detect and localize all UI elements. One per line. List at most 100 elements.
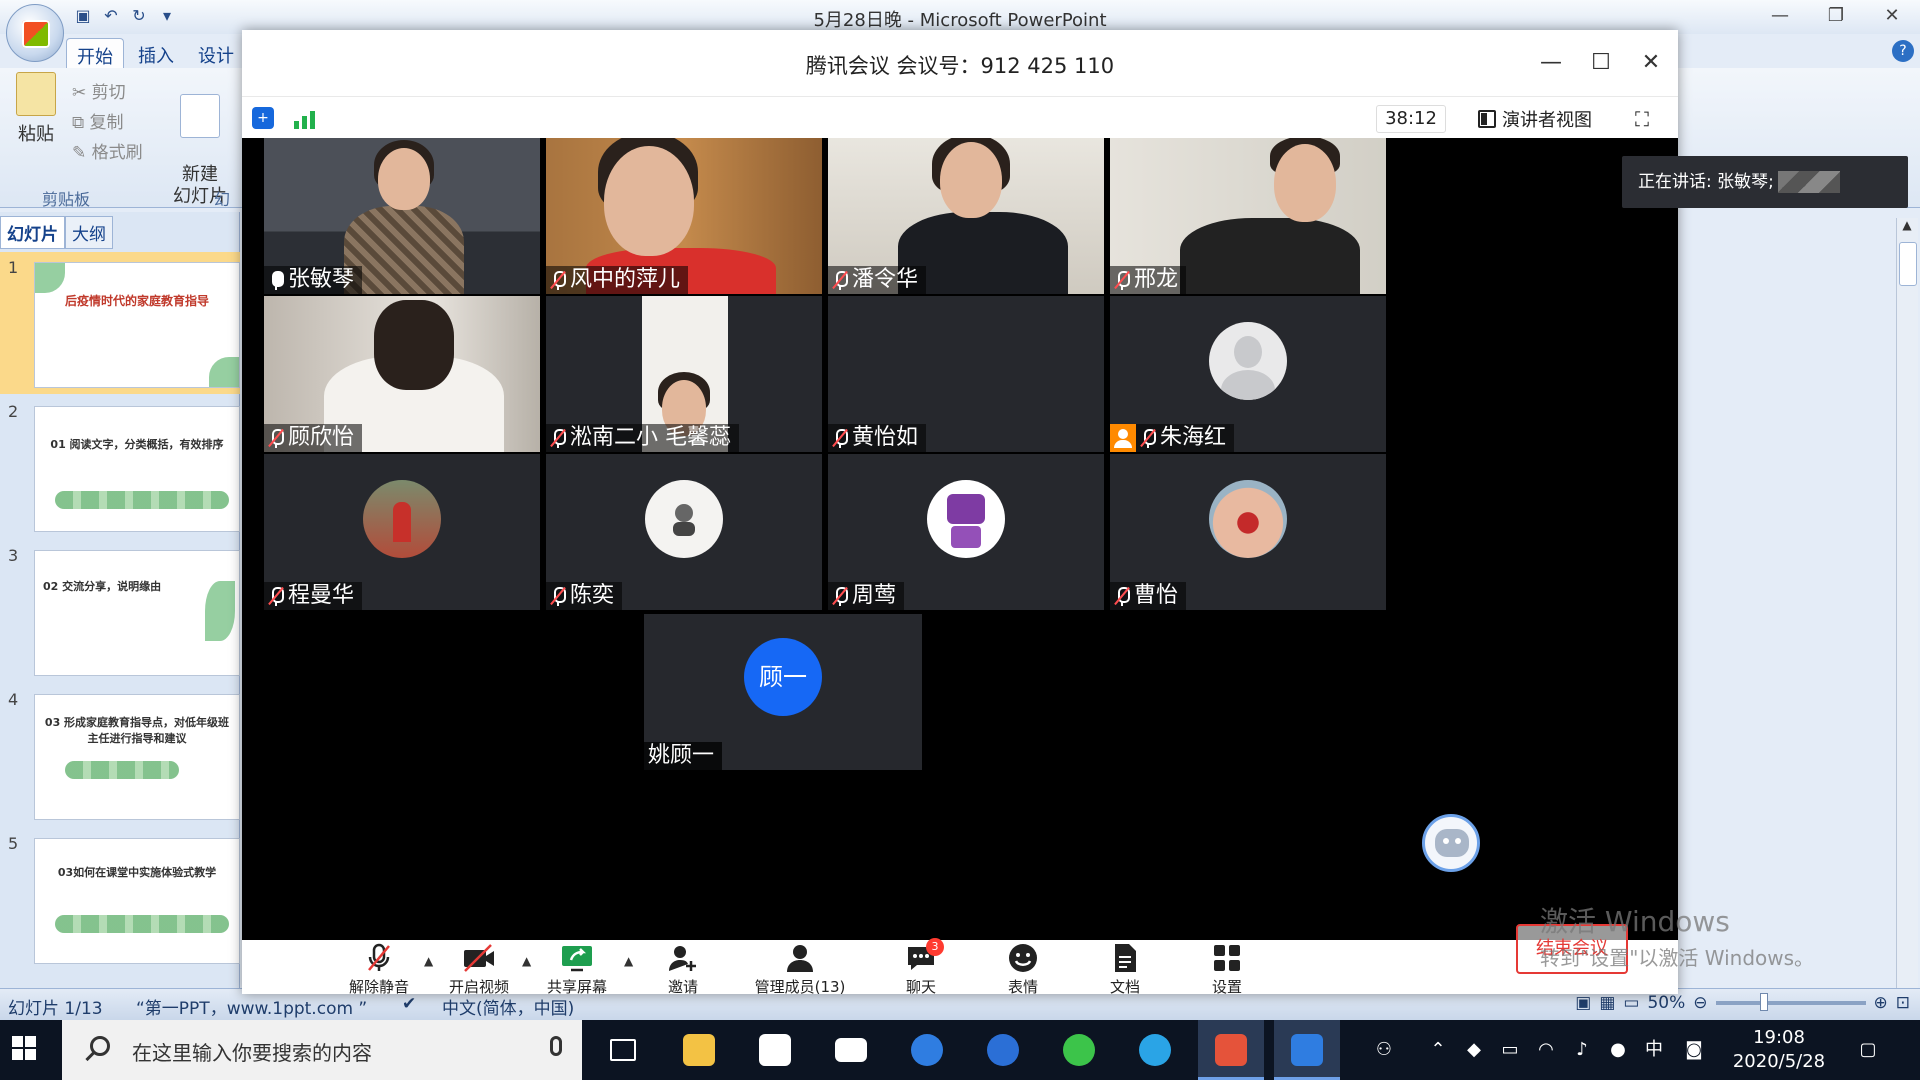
speaking-indicator-tooltip: 正在讲话: 张敏琴; (1622, 156, 1908, 208)
members-icon (730, 942, 870, 974)
participant-avatar (927, 480, 1005, 558)
participant-tile[interactable]: 邢龙 (1110, 138, 1386, 294)
participant-name: 邢龙 (1134, 267, 1179, 292)
kuwo-app-icon[interactable] (894, 1020, 960, 1080)
settings-button[interactable]: 设置 (1172, 942, 1282, 997)
scroll-up-icon[interactable]: ▲ (1897, 218, 1917, 238)
ime-mode-icon[interactable]: ◙ (1682, 1038, 1706, 1062)
fit-window-icon[interactable]: ⊡ (1896, 993, 1910, 1013)
copy-button[interactable]: ⧉ 复制 (72, 108, 124, 133)
tray-overflow-icon[interactable]: ⌃ (1426, 1038, 1450, 1062)
microphone-icon[interactable] (550, 1036, 562, 1056)
minimize-icon[interactable]: — (1752, 0, 1808, 34)
participant-tile[interactable]: 朱海红 (1110, 296, 1386, 452)
paste-button[interactable]: 粘贴 (12, 72, 60, 146)
notifications-icon[interactable]: ▢ (1856, 1038, 1880, 1062)
participant-tile[interactable]: 张敏琴 (264, 138, 540, 294)
volume-icon[interactable]: ♪ (1570, 1038, 1594, 1062)
docs-button[interactable]: 文档 (1070, 942, 1180, 997)
presenter-view-button[interactable]: 演讲者视图 (1478, 105, 1592, 133)
spellcheck-icon[interactable]: ✔ (402, 994, 416, 1014)
pane-tabs: 幻灯片 大纲 (0, 216, 113, 249)
participant-tile[interactable]: 黄怡如 (828, 296, 1104, 452)
zoom-slider[interactable] (1715, 993, 1866, 1011)
ime-indicator[interactable]: 中 (1642, 1038, 1666, 1062)
slide-thumbnail-3[interactable]: 3 02 交流分享，说明缘由 (0, 540, 240, 682)
security-shield-icon[interactable]: + (252, 107, 274, 129)
participant-tile[interactable]: 潘令华 (828, 138, 1104, 294)
format-painter-button[interactable]: ✎ 格式刷 (72, 138, 143, 163)
slide-text: 01 阅读文字，分类概括，有效排序 (50, 438, 224, 451)
sogou-browser-icon[interactable] (970, 1020, 1036, 1080)
wifi-icon[interactable]: ◠ (1534, 1038, 1558, 1062)
network-signal-icon[interactable] (294, 107, 316, 129)
participant-tile[interactable]: 风中的萍儿 (546, 138, 822, 294)
participant-name: 淞南二小 毛馨蕊 (570, 425, 731, 450)
presenter-view-label: 演讲者视图 (1502, 110, 1592, 131)
meeting-title: 腾讯会议 会议号：912 425 110 (805, 54, 1115, 78)
slide-thumbnail-2[interactable]: 2 01 阅读文字，分类概括，有效排序 (0, 396, 240, 538)
language-indicator[interactable]: 中文(简体，中国) (442, 994, 574, 1019)
file-explorer-icon[interactable] (666, 1020, 732, 1080)
help-icon[interactable]: ? (1892, 40, 1914, 62)
slide-thumbnail-5[interactable]: 5 03如何在课堂中实施体验式教学 (0, 828, 240, 970)
participant-tile[interactable]: 顾一 姚顾一 (644, 614, 922, 770)
security-tray-icon[interactable]: ◆ (1462, 1038, 1486, 1062)
participant-tile[interactable]: 程曼华 (264, 454, 540, 610)
minimize-icon[interactable]: — (1536, 48, 1566, 78)
slide-preview: 后疫情时代的家庭教育指导 (34, 262, 240, 388)
people-icon[interactable]: ⚇ (1372, 1038, 1396, 1062)
windows-start-icon[interactable] (12, 1036, 36, 1060)
close-icon[interactable]: ✕ (1864, 0, 1920, 34)
slide-thumbnail-4[interactable]: 4 03 形成家庭教育指导点，对低年级班主任进行指导和建议 (0, 684, 240, 826)
zoom-level[interactable]: 50% (1647, 993, 1685, 1013)
participant-name-label: 黄怡如 (828, 424, 927, 452)
mic-muted-icon (550, 586, 566, 606)
zoom-slider-knob[interactable] (1759, 993, 1768, 1011)
participant-tile[interactable]: 陈奕 (546, 454, 822, 610)
battery-icon[interactable]: ▭ (1498, 1038, 1522, 1062)
manage-members-button[interactable]: 管理成员(13) (730, 942, 870, 997)
tab-slides[interactable]: 幻灯片 (0, 216, 65, 249)
participant-tile[interactable]: 周莺 (828, 454, 1104, 610)
assistant-robot-icon[interactable] (1422, 814, 1480, 872)
taskbar-search-box[interactable]: 在这里输入你要搜索的内容 (62, 1020, 582, 1080)
participant-tile[interactable]: 顾欣怡 (264, 296, 540, 452)
mail-icon[interactable] (818, 1020, 884, 1080)
participant-name: 程曼华 (288, 583, 355, 608)
unmute-button[interactable]: 解除静音 (324, 942, 434, 997)
task-view-icon[interactable] (590, 1020, 656, 1080)
close-icon[interactable]: ✕ (1636, 48, 1666, 78)
start-video-button[interactable]: 开启视频 (424, 942, 534, 997)
slideshow-icon[interactable]: ▭ (1623, 993, 1639, 1013)
fullscreen-icon[interactable]: ⛶ (1630, 107, 1654, 131)
vertical-scrollbar[interactable]: ▲ (1896, 218, 1918, 988)
scroll-thumb[interactable] (1899, 242, 1917, 286)
office-button[interactable] (6, 4, 64, 62)
powerpoint-taskbar-icon[interactable] (1198, 1020, 1264, 1080)
normal-view-icon[interactable]: ▣ (1575, 993, 1591, 1013)
tab-outline[interactable]: 大纲 (65, 216, 113, 249)
video-off-icon (424, 942, 534, 974)
participant-tile[interactable]: 曹怡 (1110, 454, 1386, 610)
maximize-icon[interactable]: ☐ (1586, 48, 1616, 78)
participant-name-label: 风中的萍儿 (546, 266, 689, 294)
wechat-tray-icon[interactable]: ● (1606, 1038, 1630, 1062)
chat-button[interactable]: 3 聊天 (866, 938, 976, 997)
zoom-in-icon[interactable]: ⊕ (1874, 993, 1888, 1013)
cut-button[interactable]: ✂ 剪切 (72, 78, 126, 103)
slide-thumbnail-1[interactable]: 1 后疫情时代的家庭教育指导 (0, 252, 240, 394)
restore-icon[interactable]: ❐ (1808, 0, 1864, 34)
tencent-meeting-taskbar-icon[interactable] (1274, 1020, 1340, 1080)
share-screen-button[interactable]: 共享屏幕 (522, 942, 632, 997)
wechat-icon[interactable] (1046, 1020, 1112, 1080)
emoji-button[interactable]: 表情 (968, 942, 1078, 997)
microsoft-store-icon[interactable] (742, 1020, 808, 1080)
mic-muted-icon (832, 270, 848, 290)
zoom-out-icon[interactable]: ⊖ (1693, 993, 1707, 1013)
slide-sorter-icon[interactable]: ▦ (1599, 993, 1615, 1013)
invite-button[interactable]: 邀请 (628, 942, 738, 997)
taskbar-clock[interactable]: 19:08 2020/5/28 (1724, 1026, 1834, 1074)
internet-explorer-icon[interactable] (1122, 1020, 1188, 1080)
participant-tile[interactable]: 淞南二小 毛馨蕊 (546, 296, 822, 452)
